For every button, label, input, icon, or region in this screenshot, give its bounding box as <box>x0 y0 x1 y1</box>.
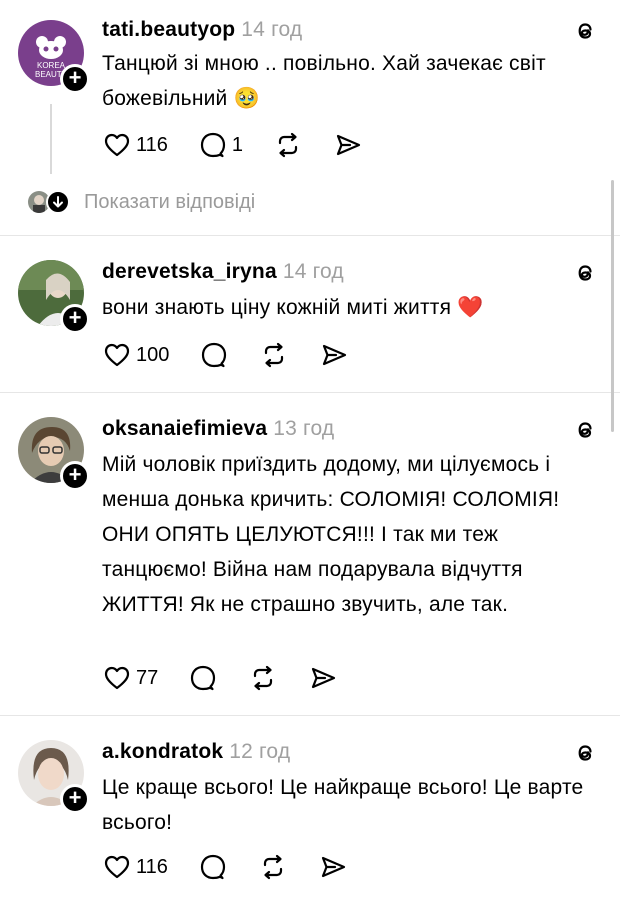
share-icon <box>323 344 347 366</box>
repost-button[interactable] <box>248 663 278 693</box>
follow-plus-icon[interactable]: + <box>60 64 90 94</box>
show-replies-row[interactable]: Показати відповіді <box>28 186 255 218</box>
repost-button[interactable] <box>258 852 288 882</box>
like-button[interactable]: 77 <box>102 663 158 693</box>
post-actions: 116 1 <box>102 130 393 160</box>
post-text: Танцюй зі мною .. повільно. Хай зачекає … <box>102 52 546 110</box>
svg-text:KOREA: KOREA <box>37 61 66 70</box>
post-a-kondratok: + a.kondratok 12 год Це краще всього! Це … <box>0 716 620 902</box>
repost-button[interactable] <box>259 340 289 370</box>
repost-icon <box>278 132 298 158</box>
post-time: 14 год <box>282 260 344 283</box>
follow-plus-icon[interactable]: + <box>60 304 90 334</box>
like-count: 116 <box>136 855 168 878</box>
threads-icon[interactable] <box>572 260 598 286</box>
heart-icon <box>104 343 130 367</box>
reply-button[interactable] <box>188 663 218 693</box>
comment-icon <box>200 132 225 158</box>
like-count: 100 <box>136 343 170 366</box>
like-count: 77 <box>136 666 159 689</box>
post-header: derevetska_iryna 14 год <box>102 260 344 284</box>
post-actions: 77 <box>102 663 368 693</box>
heart-icon <box>104 666 130 690</box>
post-header: tati.beautyop 14 год <box>102 18 302 42</box>
reply-count: 1 <box>231 133 244 156</box>
share-button[interactable] <box>318 852 348 882</box>
share-icon <box>312 667 336 689</box>
follow-plus-icon[interactable]: + <box>60 784 90 814</box>
like-button[interactable]: 116 <box>102 130 168 160</box>
post-derevetska-iryna: + derevetska_iryna 14 год вони знають цін… <box>0 236 620 392</box>
post-actions: 100 <box>102 340 379 370</box>
reply-button[interactable] <box>198 852 228 882</box>
show-replies-label[interactable]: Показати відповіді <box>84 191 255 214</box>
repost-icon <box>265 342 284 368</box>
post-text: вони знають ціну кожній миті життя ❤️ <box>102 296 484 319</box>
post-time: 12 год <box>229 740 291 763</box>
like-count: 116 <box>136 133 168 156</box>
repost-button[interactable] <box>273 130 303 160</box>
follow-plus-icon[interactable]: + <box>60 461 90 491</box>
share-button[interactable] <box>333 130 363 160</box>
repost-icon <box>263 854 282 880</box>
post-oksanaiefimieva: + oksanaiefimieva 13 год Мій чоловік приї… <box>0 393 620 715</box>
heart-icon <box>104 855 130 879</box>
comment-icon <box>200 854 225 880</box>
like-button[interactable]: 100 <box>102 340 169 370</box>
repost-icon <box>254 665 273 691</box>
thread-connector-line <box>50 104 52 174</box>
post-header: a.kondratok 12 год <box>102 740 290 764</box>
threads-icon[interactable] <box>572 417 598 443</box>
heart-icon <box>104 133 130 157</box>
username[interactable]: a.kondratok <box>102 740 223 763</box>
comment-icon <box>202 342 227 368</box>
like-button[interactable]: 116 <box>102 852 168 882</box>
share-button[interactable] <box>319 340 349 370</box>
reply-button[interactable] <box>199 340 229 370</box>
scrollbar[interactable] <box>611 180 614 432</box>
username[interactable]: tati.beautyop <box>102 18 235 41</box>
post-tati-beautyop: KOREA BEAUTY + tati.beautyop 14 год Танцю… <box>0 0 620 186</box>
threads-icon[interactable] <box>572 740 598 766</box>
post-actions: 116 <box>102 852 378 882</box>
share-icon <box>321 856 345 878</box>
threads-icon[interactable] <box>572 18 598 44</box>
username[interactable]: derevetska_iryna <box>102 260 277 283</box>
username[interactable]: oksanaiefimieva <box>102 417 267 440</box>
post-header: oksanaiefimieva 13 год <box>102 417 334 441</box>
post-time: 13 год <box>273 417 335 440</box>
reply-button[interactable]: 1 <box>198 130 243 160</box>
post-text: Мій чоловік приїздить додому, ми цілуємо… <box>102 453 560 616</box>
arrow-down-icon <box>46 190 70 214</box>
share-button[interactable] <box>308 663 338 693</box>
post-text: Це краще всього! Це найкраще всього! Це … <box>102 776 584 834</box>
share-icon <box>336 134 361 156</box>
comment-icon <box>191 665 216 691</box>
post-time: 14 год <box>241 18 303 41</box>
